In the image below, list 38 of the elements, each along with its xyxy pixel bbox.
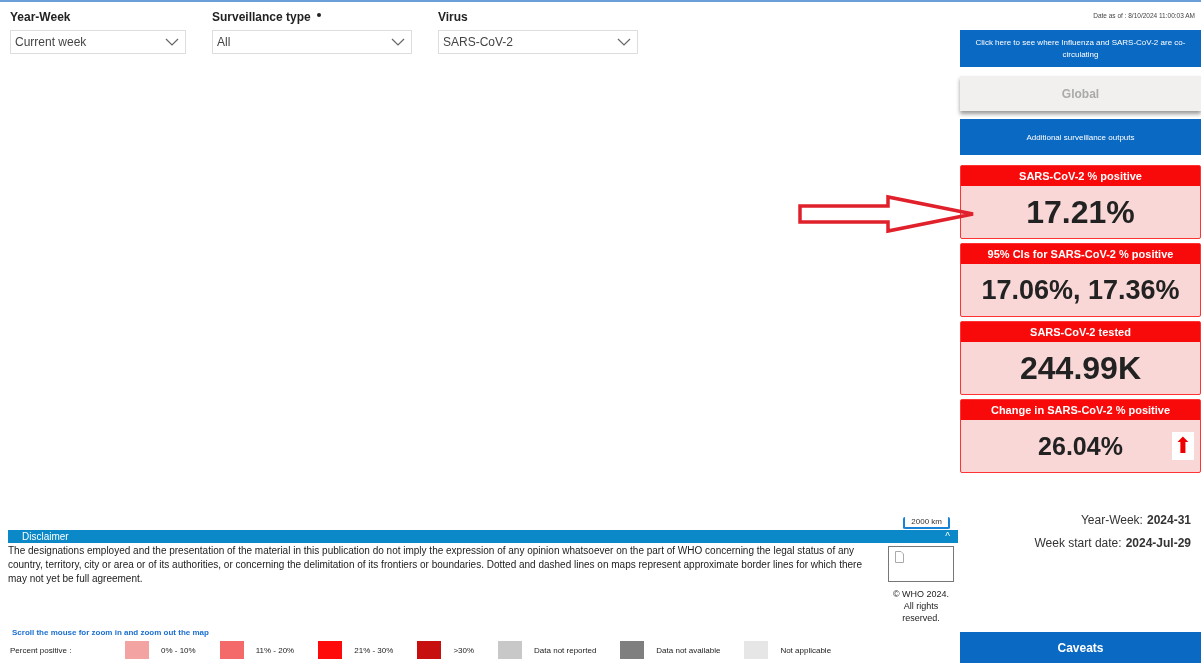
filter-label: Virus [438, 10, 468, 24]
disclaimer-text: The designations employed and the presentation of the material in this publication do not imply the expression of any opinion whatsoever on the part of WHO concerning the legal status of any country, territory, city or area or of its authorities, or concerning the delimitation of its frontiers or boundaries. Dotted and dashed lines on maps represent approximate border lines for which there may not yet be full agreement. [8, 544, 863, 586]
card-value: 17.21% [1026, 193, 1135, 231]
card-value: 17.06%, 17.36% [981, 274, 1180, 306]
legend-text: 21% - 30% [354, 645, 394, 655]
card-title: Change in SARS-CoV-2 % positive [961, 400, 1200, 420]
collapse-button[interactable]: ^ [937, 531, 958, 542]
legend-label: Percent positive : [10, 645, 73, 655]
card-value: 26.04% [1038, 431, 1123, 461]
filter-label: Year-Week [10, 10, 71, 24]
chevron-down-icon [391, 38, 405, 46]
legend-text: Data not reported [534, 645, 597, 655]
legend-text: >30% [453, 645, 475, 655]
info-label: Year-Week: [1080, 513, 1143, 527]
legend-text: 11% - 20% [255, 645, 295, 655]
disclaimer-title: Disclaimer [22, 531, 69, 542]
outputs-button[interactable]: Additional surveillance outputs [960, 119, 1201, 155]
legend-text: Data not available [656, 645, 721, 655]
card-value: 244.99K [1020, 349, 1141, 387]
caveats-button[interactable]: Caveats [960, 632, 1201, 663]
cocirculation-button[interactable]: Click here to see where Influenza and SARS-CoV-2 are co-circulating [960, 30, 1201, 67]
card-title: SARS-CoV-2 % positive [961, 166, 1200, 186]
chevron-down-icon [617, 38, 631, 46]
dropdown[interactable]: All [212, 30, 412, 54]
dropdown[interactable]: SARS-CoV-2 [438, 30, 638, 54]
info-label: Week start date: [1034, 536, 1122, 550]
broken-image-icon [895, 551, 904, 563]
info-value: 2024-Jul-29 [1125, 536, 1191, 550]
legend-text: 0% - 10% [161, 645, 196, 655]
card-title: 95% CIs for SARS-CoV-2 % positive [961, 244, 1200, 264]
card-title: SARS-CoV-2 tested [961, 322, 1200, 342]
chevron-down-icon [165, 38, 179, 46]
map-hint: Scroll the mouse for zoom in and zoom out the map [11, 627, 210, 637]
copyright-text: © WHO 2024. All rights reserved. [891, 588, 951, 624]
info-value: 2024-31 [1146, 513, 1191, 527]
legend-text: Not applicable [780, 645, 832, 655]
filter-label: Surveillance type [212, 10, 311, 24]
dropdown[interactable]: Current week [10, 30, 186, 54]
